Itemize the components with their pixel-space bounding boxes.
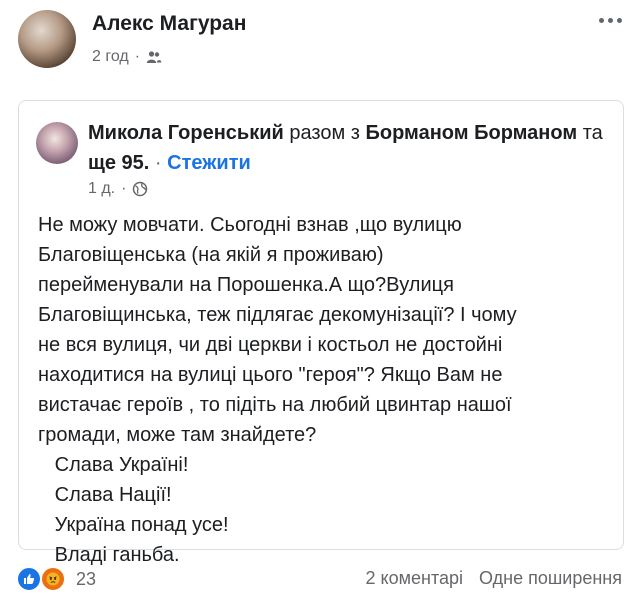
shares-count-link[interactable]: Одне поширення	[479, 568, 622, 589]
globe-icon[interactable]	[132, 181, 148, 197]
shared-post-header: Микола Горенський разом з Борманом Борма…	[88, 118, 608, 178]
post-body-line: Владі ганьба.	[38, 544, 180, 566]
post-body-line: вистачає героїв , то підіть на любий цви…	[38, 394, 512, 416]
shared-post-body: Не можу мовчати. Сьогодні взнав ,що вули…	[38, 210, 618, 570]
reactions-summary[interactable]: 23	[16, 566, 96, 592]
post-body-line: Україна понад усе!	[38, 514, 229, 536]
shared-author-name[interactable]: Микола Горенський	[88, 122, 284, 144]
post-body-line: перейменували на Порошенка.А що?Вулиця	[38, 274, 454, 296]
post-body-line: находитися на вулиці цього "героя"? Якщо…	[38, 364, 503, 386]
tagged-more-count[interactable]: ще 95.	[88, 152, 149, 174]
post-body-line: Не можу мовчати. Сьогодні взнав ,що вули…	[38, 214, 462, 236]
header-separator: ·	[154, 152, 162, 174]
author-avatar[interactable]	[18, 10, 76, 68]
shared-author-avatar[interactable]	[36, 122, 78, 164]
comments-count-link[interactable]: 2 коментарі	[366, 568, 464, 589]
friends-icon[interactable]	[146, 49, 162, 65]
more-options-icon[interactable]	[599, 18, 622, 23]
post-time[interactable]: 2 год	[92, 48, 129, 66]
angry-reaction-icon	[40, 566, 66, 592]
reaction-count[interactable]: 23	[76, 569, 96, 590]
post-body-line: не вся вулиця, чи дві церкви і костьол н…	[38, 334, 503, 356]
post-author-name[interactable]: Алекс Магуран	[92, 12, 246, 36]
post-body-line: громади, може там знайдете?	[38, 424, 317, 446]
post-stats: 2 коментарі Одне поширення	[366, 568, 622, 589]
meta-separator: ·	[134, 48, 141, 65]
like-reaction-icon	[16, 566, 42, 592]
tagged-person[interactable]: Борманом Борманом	[366, 122, 578, 144]
with-text: разом з	[289, 122, 360, 144]
post-body-line: Благовіщинська, теж підлягає декомунізац…	[38, 304, 517, 326]
post-body-line: Слава Нації!	[38, 484, 172, 506]
post-body-line: Слава Україні!	[38, 454, 189, 476]
and-more-text: та	[582, 122, 603, 144]
shared-post-time[interactable]: 1 д.	[88, 180, 115, 198]
post-meta: 2 год ·	[92, 48, 162, 66]
post-body-line: Благовіщенська (на якій я проживаю)	[38, 244, 384, 266]
follow-button[interactable]: Стежити	[167, 152, 251, 174]
shared-post-meta: 1 д. ·	[88, 180, 148, 198]
meta-separator: ·	[121, 180, 127, 197]
